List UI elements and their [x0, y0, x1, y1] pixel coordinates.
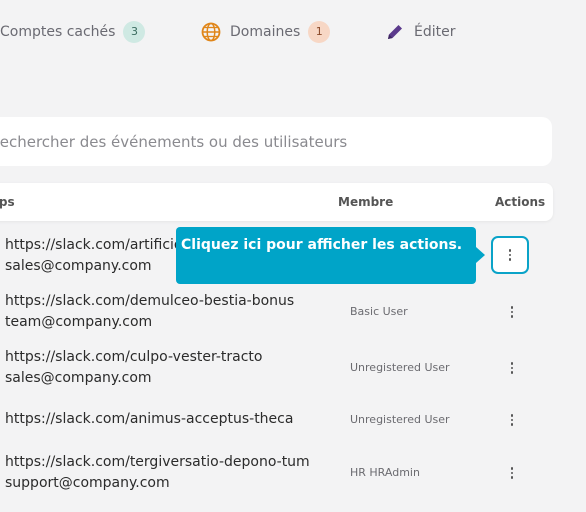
edit-button[interactable]: Éditer [385, 19, 455, 45]
row-app-email: support@company.com [5, 475, 170, 491]
tooltip-text: Cliquez ici pour afficher les actions. [181, 237, 463, 253]
row-actions-button[interactable] [505, 413, 519, 427]
row-app-email: sales@company.com [5, 258, 152, 274]
row-app-url[interactable]: https://slack.com/animus-acceptus-theca [5, 409, 293, 430]
table-row: https://slack.com/demulceo-bestia-bonus … [0, 290, 586, 336]
table-row: https://slack.com/culpo-vester-tracto sa… [0, 346, 586, 392]
tab-hidden-accounts-label: Comptes cachés [0, 24, 116, 40]
onboarding-tooltip: Cliquez ici pour afficher les actions. [176, 227, 476, 284]
row-app-email: team@company.com [5, 314, 153, 330]
row-app-url[interactable]: https://slack.com/tergiversatio-depono-t… [5, 452, 310, 473]
column-header-apps[interactable]: Apps [0, 195, 15, 209]
row-actions-button[interactable] [505, 305, 519, 319]
row-app-url[interactable]: https://slack.com/demulceo-bestia-bonus [5, 291, 294, 312]
table-row: https://slack.com/tergiversatio-depono-t… [0, 451, 586, 497]
row-actions-button[interactable] [491, 236, 529, 274]
globe-icon [201, 22, 221, 42]
search-bar [0, 117, 552, 166]
row-member: Unregistered User [350, 361, 450, 374]
tab-domains[interactable]: Domaines 1 [201, 19, 331, 45]
table-header: Apps Membre Actions [0, 183, 553, 221]
row-app-email: sales@company.com [5, 370, 152, 386]
row-member: Unregistered User [350, 413, 450, 426]
tooltip-arrow [476, 247, 485, 263]
edit-label: Éditer [414, 24, 456, 40]
row-actions-button[interactable] [505, 361, 519, 375]
table-row: https://slack.com/animus-acceptus-theca … [0, 408, 586, 434]
domains-count-badge: 1 [308, 21, 331, 43]
row-app-url[interactable]: https://slack.com/culpo-vester-tracto [5, 347, 262, 368]
hidden-accounts-count-badge: 3 [123, 21, 146, 43]
tab-hidden-accounts[interactable]: Comptes cachés 3 [0, 19, 146, 45]
more-vertical-icon [503, 248, 517, 262]
row-member: HR HRAdmin [350, 466, 420, 479]
search-input[interactable] [0, 117, 530, 166]
row-member: Basic User [350, 305, 408, 318]
row-app-url[interactable]: https://slack.com/artificio [5, 235, 183, 256]
column-header-actions: Actions [495, 195, 546, 209]
row-actions-button[interactable] [505, 466, 519, 480]
column-header-member[interactable]: Membre [338, 195, 393, 209]
pencil-icon [385, 22, 405, 42]
tab-domains-label: Domaines [230, 24, 301, 40]
